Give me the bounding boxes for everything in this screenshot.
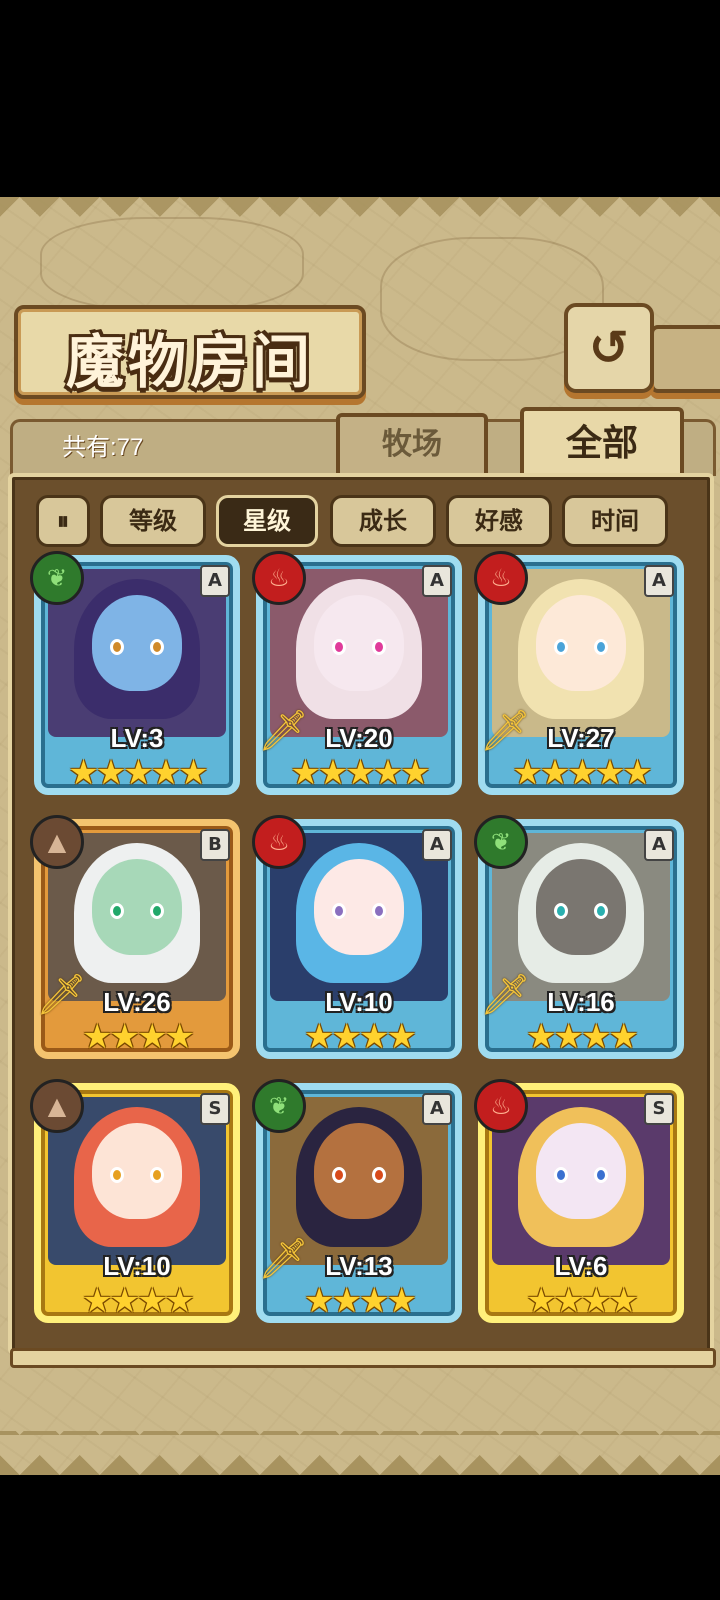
earth-element-icon: ▲ bbox=[30, 815, 84, 869]
monster-level: LV:16 bbox=[547, 987, 615, 1017]
torn-paper-edge-bottom bbox=[0, 1431, 720, 1475]
portrait-eye bbox=[150, 1167, 164, 1183]
return-icon: ↺ bbox=[588, 320, 630, 376]
leaf-element-icon: ❦ bbox=[474, 815, 528, 869]
portrait-face bbox=[314, 1123, 404, 1219]
rank-badge: A bbox=[422, 829, 452, 861]
monster-card[interactable]: A♨🗡LV:20★★★★★ bbox=[252, 551, 462, 795]
sort-time-button[interactable]: 时间 bbox=[562, 495, 668, 547]
portrait-face bbox=[314, 859, 404, 955]
portrait-eye bbox=[554, 1167, 568, 1183]
monster-card[interactable]: A♨🗡LV:27★★★★★ bbox=[474, 551, 684, 795]
sort-level-button[interactable]: 等级 bbox=[100, 495, 206, 547]
game-screen: 魔物房间 ↺ 共有:77 牧场 全部 ⏸ 等级 星级 成长 好感 时间 A ❦ LV… bbox=[0, 197, 720, 1475]
rank-badge: A bbox=[644, 565, 674, 597]
rank-badge: A bbox=[644, 829, 674, 861]
portrait-eye bbox=[372, 903, 386, 919]
monster-level: LV:20 bbox=[325, 723, 393, 753]
title-plate: 魔物房间 bbox=[14, 305, 366, 399]
monster-level: LV:6 bbox=[554, 1251, 608, 1281]
monster-card[interactable]: S ♨ LV:6 ★★★★ bbox=[474, 1079, 684, 1323]
portrait-eye bbox=[554, 903, 568, 919]
earth-element-icon: ▲ bbox=[30, 1079, 84, 1133]
star-rating: ★★★★ bbox=[304, 1017, 417, 1057]
star-rating: ★★★★ bbox=[304, 1281, 417, 1321]
rank-badge: A bbox=[422, 565, 452, 597]
monster-level: LV:10 bbox=[325, 987, 393, 1017]
monster-card[interactable]: A ♨ LV:10 ★★★★ bbox=[252, 815, 462, 1059]
map-decoration bbox=[40, 217, 304, 311]
star-rating: ★★★★ bbox=[526, 1017, 639, 1057]
monster-level: LV:27 bbox=[547, 723, 615, 753]
portrait-eye bbox=[110, 903, 124, 919]
fire-element-icon: ♨ bbox=[474, 1079, 528, 1133]
portrait-face bbox=[92, 595, 182, 691]
portrait-face bbox=[92, 1123, 182, 1219]
star-rating: ★★★★★ bbox=[290, 753, 430, 793]
monster-level: LV:3 bbox=[110, 723, 164, 753]
tab-pasture[interactable]: 牧场 bbox=[336, 413, 488, 475]
portrait-eye bbox=[372, 639, 386, 655]
fire-element-icon: ♨ bbox=[252, 551, 306, 605]
page-title: 魔物房间 bbox=[65, 328, 314, 396]
monster-card[interactable]: A❦🗡LV:16★★★★ bbox=[474, 815, 684, 1059]
fire-element-icon: ♨ bbox=[474, 551, 528, 605]
portrait-eye bbox=[594, 639, 608, 655]
header-tab-extension bbox=[650, 325, 720, 393]
back-button[interactable]: ↺ bbox=[564, 303, 654, 393]
monster-level: LV:10 bbox=[103, 1251, 171, 1281]
portrait-eye bbox=[332, 1167, 346, 1183]
sort-star-button[interactable]: 星级 bbox=[216, 495, 318, 547]
portrait-eye bbox=[372, 1167, 386, 1183]
monster-level: LV:26 bbox=[103, 987, 171, 1017]
monster-level: LV:13 bbox=[325, 1251, 393, 1281]
portrait-eye bbox=[150, 903, 164, 919]
portrait-eye bbox=[110, 639, 124, 655]
monster-card[interactable]: A ❦ LV:3 ★★★★★ bbox=[30, 551, 240, 795]
portrait-face bbox=[92, 859, 182, 955]
total-count: 共有:77 bbox=[62, 434, 144, 461]
sort-order-button[interactable]: ⏸ bbox=[36, 495, 90, 547]
rank-badge: S bbox=[644, 1093, 674, 1125]
star-rating: ★★★★★ bbox=[512, 753, 652, 793]
fire-element-icon: ♨ bbox=[252, 815, 306, 869]
star-rating: ★★★★ bbox=[82, 1017, 195, 1057]
portrait-face bbox=[314, 595, 404, 691]
portrait-face bbox=[536, 595, 626, 691]
portrait-eye bbox=[554, 639, 568, 655]
star-rating: ★★★★ bbox=[526, 1281, 639, 1321]
portrait-eye bbox=[594, 1167, 608, 1183]
star-rating: ★★★★★ bbox=[68, 753, 208, 793]
monster-card[interactable]: B▲🗡LV:26★★★★ bbox=[30, 815, 240, 1059]
rank-badge: B bbox=[200, 829, 230, 861]
tab-all[interactable]: 全部 bbox=[520, 407, 684, 477]
leaf-element-icon: ❦ bbox=[252, 1079, 306, 1133]
rank-badge: A bbox=[422, 1093, 452, 1125]
portrait-eye bbox=[332, 903, 346, 919]
portrait-eye bbox=[332, 639, 346, 655]
star-rating: ★★★★ bbox=[82, 1281, 195, 1321]
portrait-eye bbox=[150, 639, 164, 655]
panel-bottom-rail bbox=[10, 1348, 716, 1368]
leaf-element-icon: ❦ bbox=[30, 551, 84, 605]
portrait-face bbox=[536, 1123, 626, 1219]
sort-growth-button[interactable]: 成长 bbox=[330, 495, 436, 547]
sort-affection-button[interactable]: 好感 bbox=[446, 495, 552, 547]
monster-card[interactable]: A❦🗡LV:13★★★★ bbox=[252, 1079, 462, 1323]
portrait-face bbox=[536, 859, 626, 955]
portrait-eye bbox=[594, 903, 608, 919]
rank-badge: S bbox=[200, 1093, 230, 1125]
monster-card[interactable]: S ▲ LV:10 ★★★★ bbox=[30, 1079, 240, 1323]
portrait-eye bbox=[110, 1167, 124, 1183]
rank-badge: A bbox=[200, 565, 230, 597]
sort-order-icon: ⏸ bbox=[57, 507, 69, 535]
